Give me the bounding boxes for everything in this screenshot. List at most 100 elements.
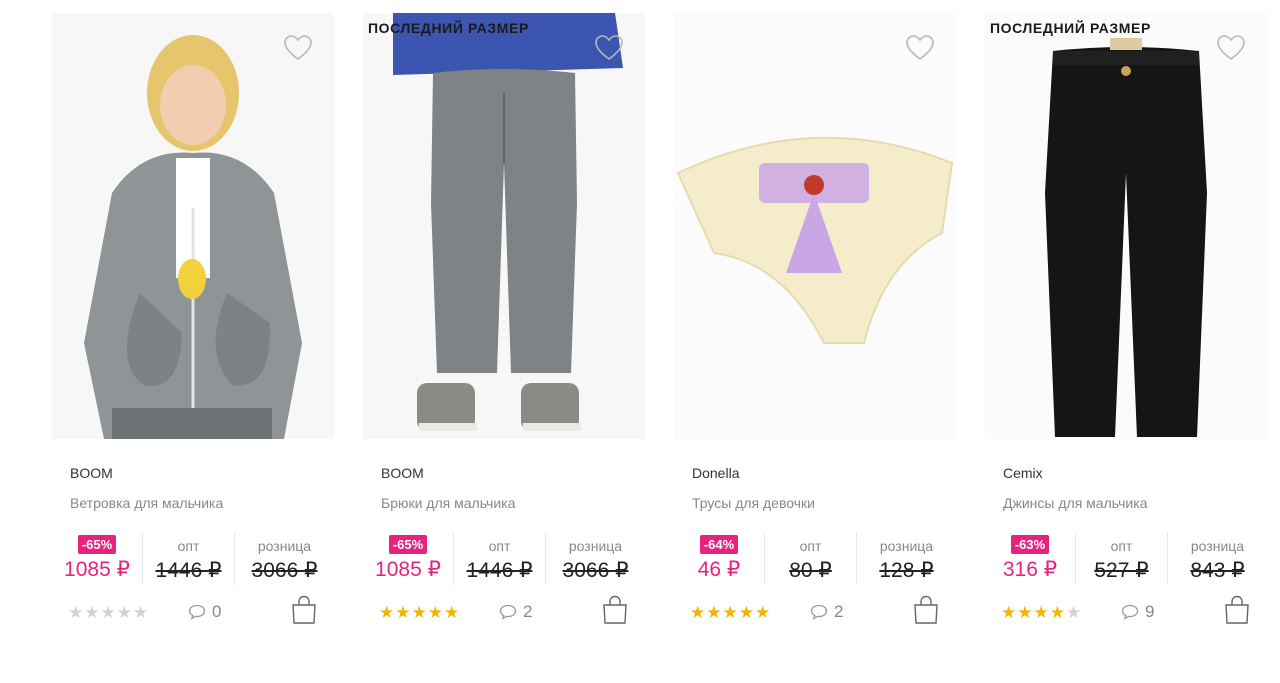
discount-badge: -63% xyxy=(1010,535,1050,554)
price-current-col: -65% 1085 ₽ xyxy=(52,533,142,585)
comments-number: 2 xyxy=(834,602,844,621)
discount-badge: -65% xyxy=(77,535,117,554)
price-retail: 3066 ₽ xyxy=(251,559,318,582)
price-current-col: -65% 1085 ₽ xyxy=(363,533,453,585)
price-retail: 843 ₽ xyxy=(1190,559,1245,582)
shopping-bag-icon[interactable] xyxy=(290,595,318,625)
comment-icon xyxy=(810,604,828,620)
girl-briefs-photo xyxy=(674,13,956,439)
comment-icon xyxy=(188,604,206,620)
comments-count[interactable]: 2 xyxy=(499,601,532,623)
rating-stars: ★★★★★ xyxy=(1001,603,1082,623)
shopping-bag-icon[interactable] xyxy=(1223,595,1251,625)
product-image[interactable] xyxy=(674,13,956,439)
black-jeans-photo xyxy=(985,13,1267,439)
price-row: -63% 316 ₽ опт 527 ₽ розница 843 ₽ xyxy=(985,533,1267,585)
star-filled-icon: ★ xyxy=(1049,603,1066,622)
star-filled-icon: ★ xyxy=(722,603,739,622)
product-image[interactable] xyxy=(52,13,334,439)
star-filled-icon: ★ xyxy=(411,603,428,622)
favorite-heart-icon[interactable] xyxy=(906,35,934,61)
star-filled-icon: ★ xyxy=(738,603,755,622)
price-row: -65% 1085 ₽ опт 1446 ₽ розница 3066 ₽ xyxy=(363,533,645,585)
price-current: 46 ₽ xyxy=(697,558,741,581)
last-size-badge: ПОСЛЕДНИЙ РАЗМЕР xyxy=(368,20,529,36)
favorite-heart-icon[interactable] xyxy=(284,35,312,61)
comments-count[interactable]: 2 xyxy=(810,601,843,623)
star-filled-icon: ★ xyxy=(690,603,707,622)
price-opt: 80 ₽ xyxy=(789,559,832,582)
product-card[interactable]: ПОСЛЕДНИЙ РАЗМЕР Cemix Джинсы для мальчи… xyxy=(985,13,1267,653)
product-image[interactable] xyxy=(985,13,1267,439)
favorite-heart-icon[interactable] xyxy=(595,35,623,61)
comment-icon xyxy=(1121,604,1139,620)
star-empty-icon: ★ xyxy=(133,603,150,622)
star-filled-icon: ★ xyxy=(706,603,723,622)
price-row: -65% 1085 ₽ опт 1446 ₽ розница 3066 ₽ xyxy=(52,533,334,585)
card-footer: ★★★★★ 2 xyxy=(674,595,956,629)
price-current: 1085 ₽ xyxy=(64,558,130,581)
star-empty-icon: ★ xyxy=(68,603,85,622)
card-footer: ★★★★★ 9 xyxy=(985,595,1267,629)
card-footer: ★★★★★ 0 xyxy=(52,595,334,629)
star-empty-icon: ★ xyxy=(1066,603,1083,622)
price-retail-col: розница 843 ₽ xyxy=(1167,533,1267,585)
product-card[interactable]: ПОСЛЕДНИЙ РАЗМЕР BOOM Брюки для мальчика… xyxy=(363,13,645,653)
opt-label: опт xyxy=(799,538,822,554)
shopping-bag-icon[interactable] xyxy=(912,595,940,625)
product-grid: BOOM Ветровка для мальчика -65% 1085 ₽ о… xyxy=(52,13,1267,653)
star-filled-icon: ★ xyxy=(1033,603,1050,622)
product-title[interactable]: Брюки для мальчика xyxy=(381,495,515,511)
star-empty-icon: ★ xyxy=(100,603,117,622)
boy-jacket-photo xyxy=(52,13,334,439)
comments-number: 9 xyxy=(1145,602,1155,621)
price-retail-col: розница 128 ₽ xyxy=(856,533,956,585)
product-brand[interactable]: BOOM xyxy=(381,465,424,481)
star-filled-icon: ★ xyxy=(379,603,396,622)
rating-stars: ★★★★★ xyxy=(690,603,771,623)
product-title[interactable]: Джинсы для мальчика xyxy=(1003,495,1147,511)
comments-count[interactable]: 0 xyxy=(188,601,221,623)
price-retail-col: розница 3066 ₽ xyxy=(545,533,645,585)
star-filled-icon: ★ xyxy=(444,603,461,622)
comments-number: 0 xyxy=(212,602,222,621)
card-footer: ★★★★★ 2 xyxy=(363,595,645,629)
boy-pants-photo xyxy=(363,13,645,439)
product-brand[interactable]: Donella xyxy=(692,465,739,481)
star-filled-icon: ★ xyxy=(1017,603,1034,622)
discount-badge: -64% xyxy=(699,535,739,554)
retail-label: розница xyxy=(1190,538,1245,554)
star-filled-icon: ★ xyxy=(1001,603,1018,622)
price-opt: 1446 ₽ xyxy=(155,559,222,582)
price-opt-col: опт 1446 ₽ xyxy=(142,533,234,585)
product-image[interactable] xyxy=(363,13,645,439)
product-title[interactable]: Трусы для девочки xyxy=(692,495,815,511)
price-retail: 128 ₽ xyxy=(879,559,934,582)
product-brand[interactable]: BOOM xyxy=(70,465,113,481)
star-filled-icon: ★ xyxy=(755,603,772,622)
shopping-bag-icon[interactable] xyxy=(601,595,629,625)
star-empty-icon: ★ xyxy=(84,603,101,622)
price-opt-col: опт 1446 ₽ xyxy=(453,533,545,585)
rating-stars: ★★★★★ xyxy=(68,603,149,623)
opt-label: опт xyxy=(488,538,511,554)
price-retail: 3066 ₽ xyxy=(562,559,629,582)
rating-stars: ★★★★★ xyxy=(379,603,460,623)
favorite-heart-icon[interactable] xyxy=(1217,35,1245,61)
price-retail-col: розница 3066 ₽ xyxy=(234,533,334,585)
price-opt: 1446 ₽ xyxy=(466,559,533,582)
last-size-badge: ПОСЛЕДНИЙ РАЗМЕР xyxy=(990,20,1151,36)
price-current-col: -64% 46 ₽ xyxy=(674,533,764,585)
price-current: 316 ₽ xyxy=(1002,558,1058,581)
comments-count[interactable]: 9 xyxy=(1121,601,1154,623)
retail-label: розница xyxy=(568,538,623,554)
product-card[interactable]: BOOM Ветровка для мальчика -65% 1085 ₽ о… xyxy=(52,13,334,653)
price-opt-col: опт 80 ₽ xyxy=(764,533,856,585)
product-title[interactable]: Ветровка для мальчика xyxy=(70,495,223,511)
price-current: 1085 ₽ xyxy=(375,558,441,581)
product-card[interactable]: Donella Трусы для девочки -64% 46 ₽ опт … xyxy=(674,13,956,653)
product-brand[interactable]: Cemix xyxy=(1003,465,1043,481)
price-opt-col: опт 527 ₽ xyxy=(1075,533,1167,585)
price-row: -64% 46 ₽ опт 80 ₽ розница 128 ₽ xyxy=(674,533,956,585)
price-current-col: -63% 316 ₽ xyxy=(985,533,1075,585)
